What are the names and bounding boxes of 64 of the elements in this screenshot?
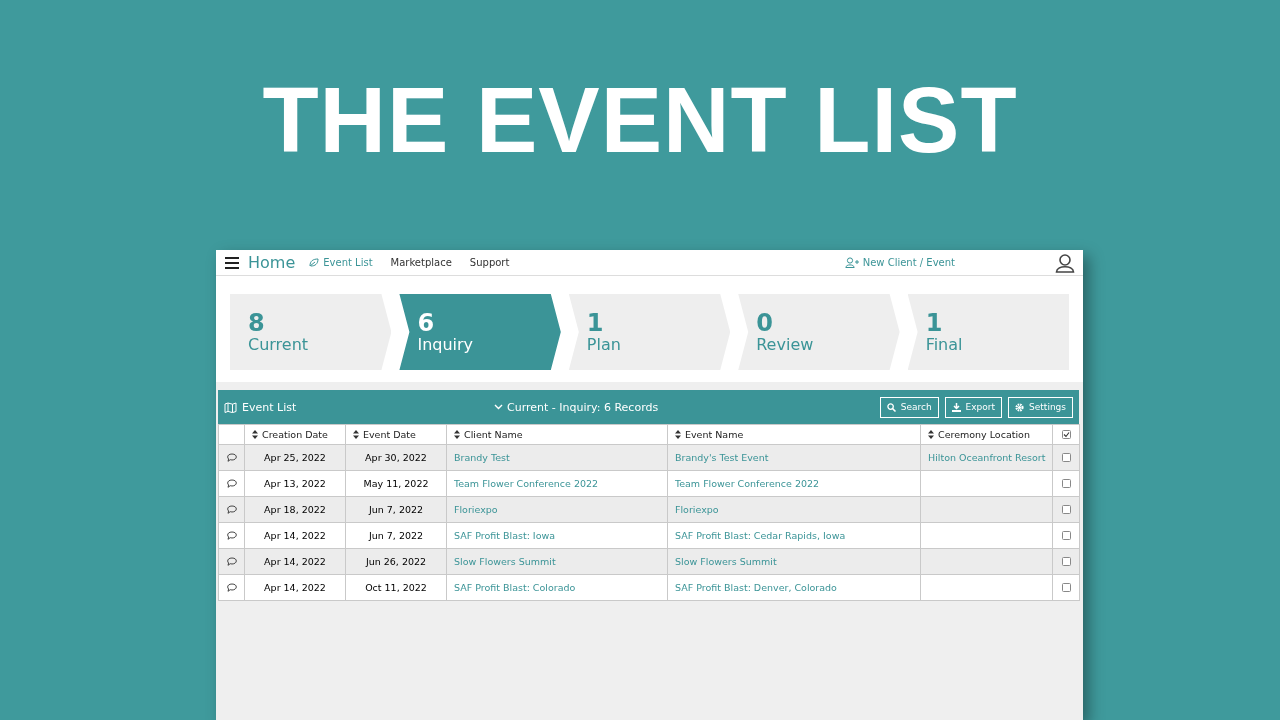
table-link[interactable]: Slow Flowers Summit bbox=[454, 556, 556, 567]
toolbar-button[interactable]: Export bbox=[944, 396, 1003, 418]
comment-icon[interactable] bbox=[226, 557, 237, 566]
chevron-down-icon bbox=[494, 404, 503, 410]
toolbar-button[interactable]: Search bbox=[879, 396, 939, 418]
table-link[interactable]: Floriexpo bbox=[454, 504, 498, 515]
table-link[interactable]: Brandy's Test Event bbox=[675, 452, 769, 463]
search-icon bbox=[886, 402, 896, 412]
column-header[interactable]: Client Name bbox=[464, 428, 523, 440]
table-link[interactable]: SAF Profit Blast: Iowa bbox=[454, 530, 556, 541]
comment-icon[interactable] bbox=[226, 453, 237, 462]
stage-tab[interactable]: 1 Plan bbox=[568, 294, 731, 370]
add-user-icon bbox=[844, 257, 859, 268]
table-cell: Apr 13, 2022 bbox=[264, 478, 326, 489]
checkbox[interactable] bbox=[1061, 583, 1071, 592]
table-cell: Apr 14, 2022 bbox=[264, 556, 326, 567]
comment-icon[interactable] bbox=[226, 583, 237, 592]
headline: THE EVENT LIST bbox=[262, 67, 1018, 173]
toolbar-button[interactable]: Settings bbox=[1008, 396, 1073, 418]
table-cell: Jun 26, 2022 bbox=[365, 556, 427, 567]
settings-icon bbox=[1015, 402, 1025, 412]
new-client-event-link[interactable]: New Client / Event bbox=[844, 257, 955, 268]
leaf-icon bbox=[309, 258, 320, 267]
home-link[interactable]: Home bbox=[248, 253, 296, 272]
checkbox[interactable] bbox=[1061, 531, 1071, 540]
sort-icon[interactable] bbox=[353, 429, 359, 439]
stage-tab[interactable]: 8 Current bbox=[230, 294, 392, 370]
table-cell: Apr 18, 2022 bbox=[264, 504, 326, 515]
table-link[interactable]: Slow Flowers Summit bbox=[675, 556, 777, 567]
table-cell: Apr 25, 2022 bbox=[264, 452, 326, 463]
table-cell: Jun 7, 2022 bbox=[368, 504, 424, 515]
sort-icon[interactable] bbox=[252, 429, 258, 439]
panel-title: Event List bbox=[242, 400, 297, 414]
stage-tab[interactable]: 1 Final bbox=[907, 294, 1070, 370]
checkbox[interactable] bbox=[1061, 505, 1071, 514]
table-cell: Apr 14, 2022 bbox=[264, 582, 326, 593]
table-cell: Oct 11, 2022 bbox=[365, 582, 427, 593]
nav-link[interactable]: Marketplace bbox=[390, 257, 452, 268]
map-icon bbox=[224, 401, 237, 413]
checkbox[interactable] bbox=[1061, 557, 1071, 566]
table-link[interactable]: Brandy Test bbox=[454, 452, 510, 463]
column-header[interactable]: Event Name bbox=[685, 428, 744, 440]
stage-tab[interactable]: 6 Inquiry bbox=[399, 294, 561, 370]
comment-icon[interactable] bbox=[226, 505, 237, 514]
nav-link[interactable]: Support bbox=[469, 257, 510, 268]
table-link[interactable]: Floriexpo bbox=[675, 504, 719, 515]
stage-tab[interactable]: 0 Review bbox=[738, 294, 900, 370]
checkbox[interactable] bbox=[1061, 430, 1071, 439]
comment-icon[interactable] bbox=[226, 479, 237, 488]
nav-link[interactable]: Event List bbox=[309, 257, 373, 268]
checkbox[interactable] bbox=[1061, 453, 1071, 462]
user-icon[interactable] bbox=[1055, 252, 1075, 273]
comment-icon[interactable] bbox=[226, 531, 237, 540]
menu-icon[interactable] bbox=[224, 255, 240, 270]
table-cell: Apr 30, 2022 bbox=[365, 452, 427, 463]
table-cell: Jun 7, 2022 bbox=[368, 530, 424, 541]
sort-icon[interactable] bbox=[454, 429, 460, 439]
download-icon bbox=[951, 402, 961, 412]
table-cell: May 11, 2022 bbox=[363, 478, 429, 489]
sort-icon[interactable] bbox=[675, 429, 681, 439]
checkbox[interactable] bbox=[1061, 479, 1071, 488]
filter-dropdown[interactable]: Current - Inquiry: 6 Records bbox=[507, 400, 659, 414]
sort-icon[interactable] bbox=[928, 429, 934, 439]
table-cell: Apr 14, 2022 bbox=[264, 530, 326, 541]
